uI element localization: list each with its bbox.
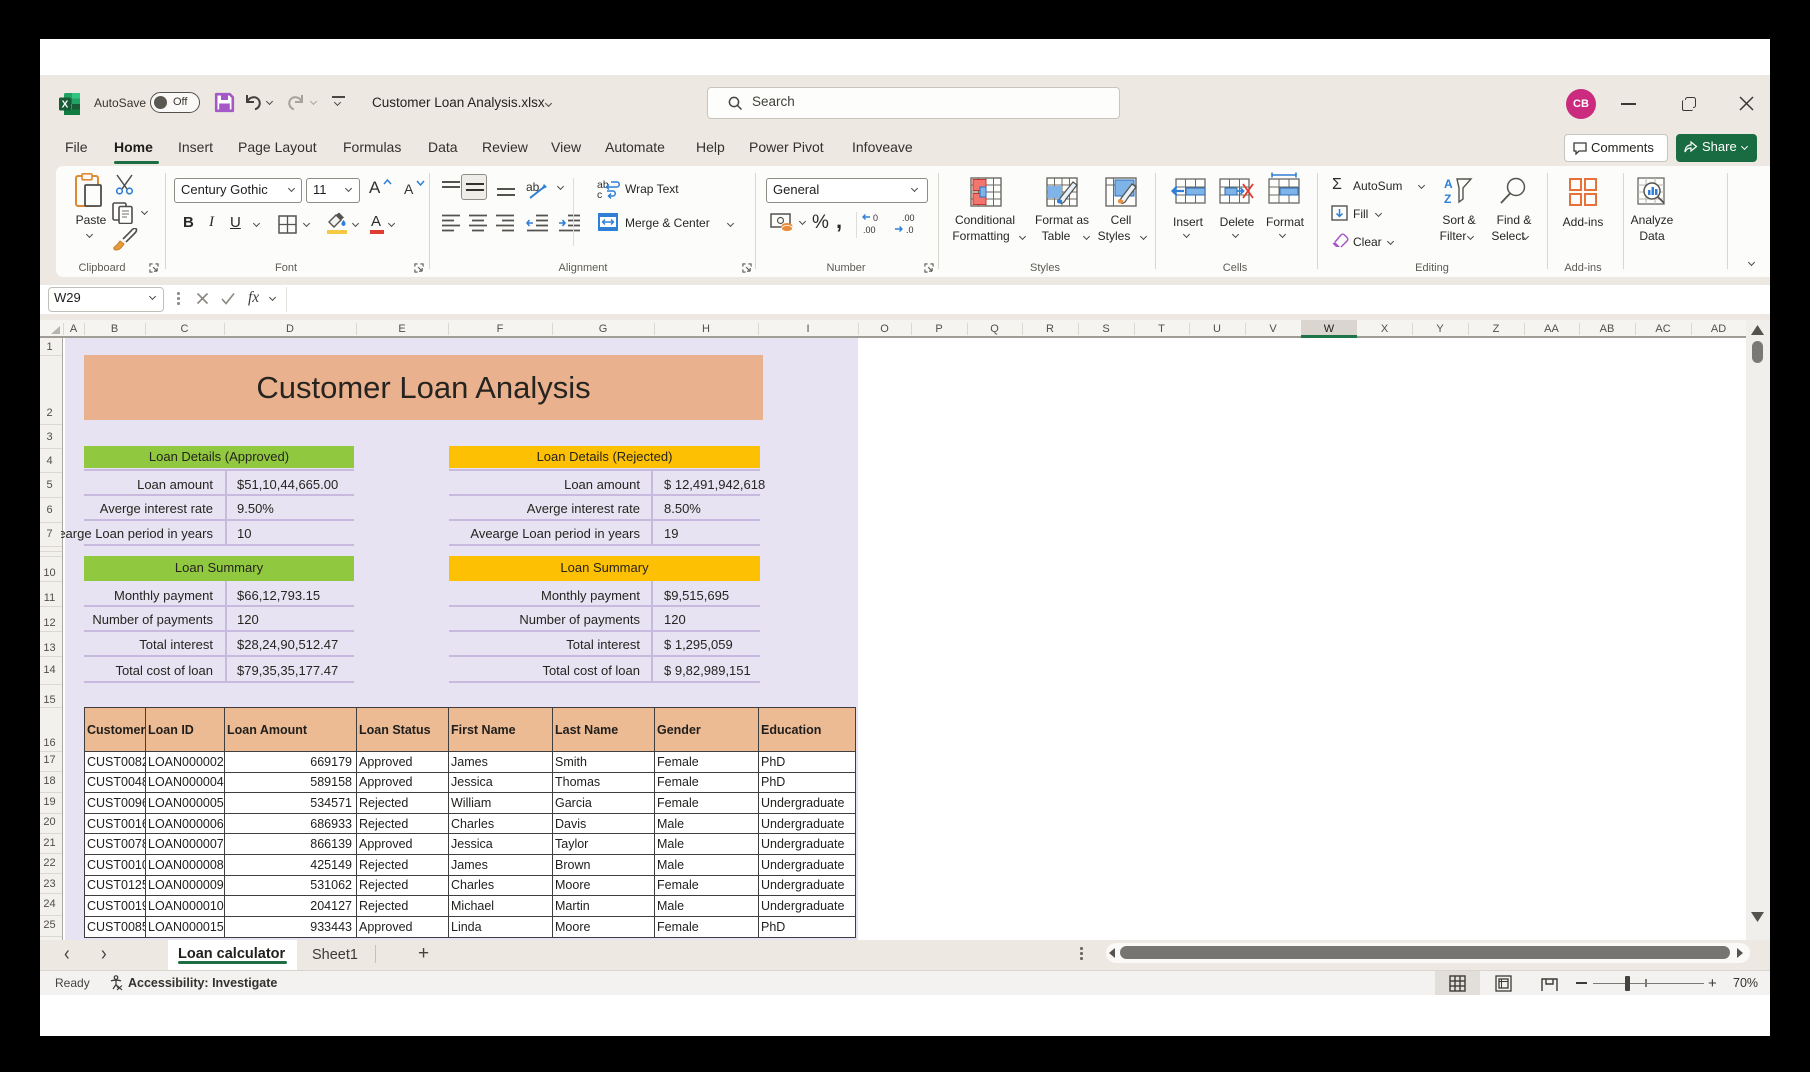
svg-text:.00: .00 bbox=[902, 213, 915, 223]
svg-text:Z: Z bbox=[1444, 192, 1451, 205]
svg-text:0: 0 bbox=[873, 213, 878, 223]
svg-text:.0: .0 bbox=[906, 225, 914, 235]
svg-text:X: X bbox=[62, 100, 69, 111]
svg-text:.00: .00 bbox=[863, 225, 876, 235]
svg-text:A: A bbox=[1444, 177, 1453, 191]
svg-text:c: c bbox=[597, 189, 602, 200]
